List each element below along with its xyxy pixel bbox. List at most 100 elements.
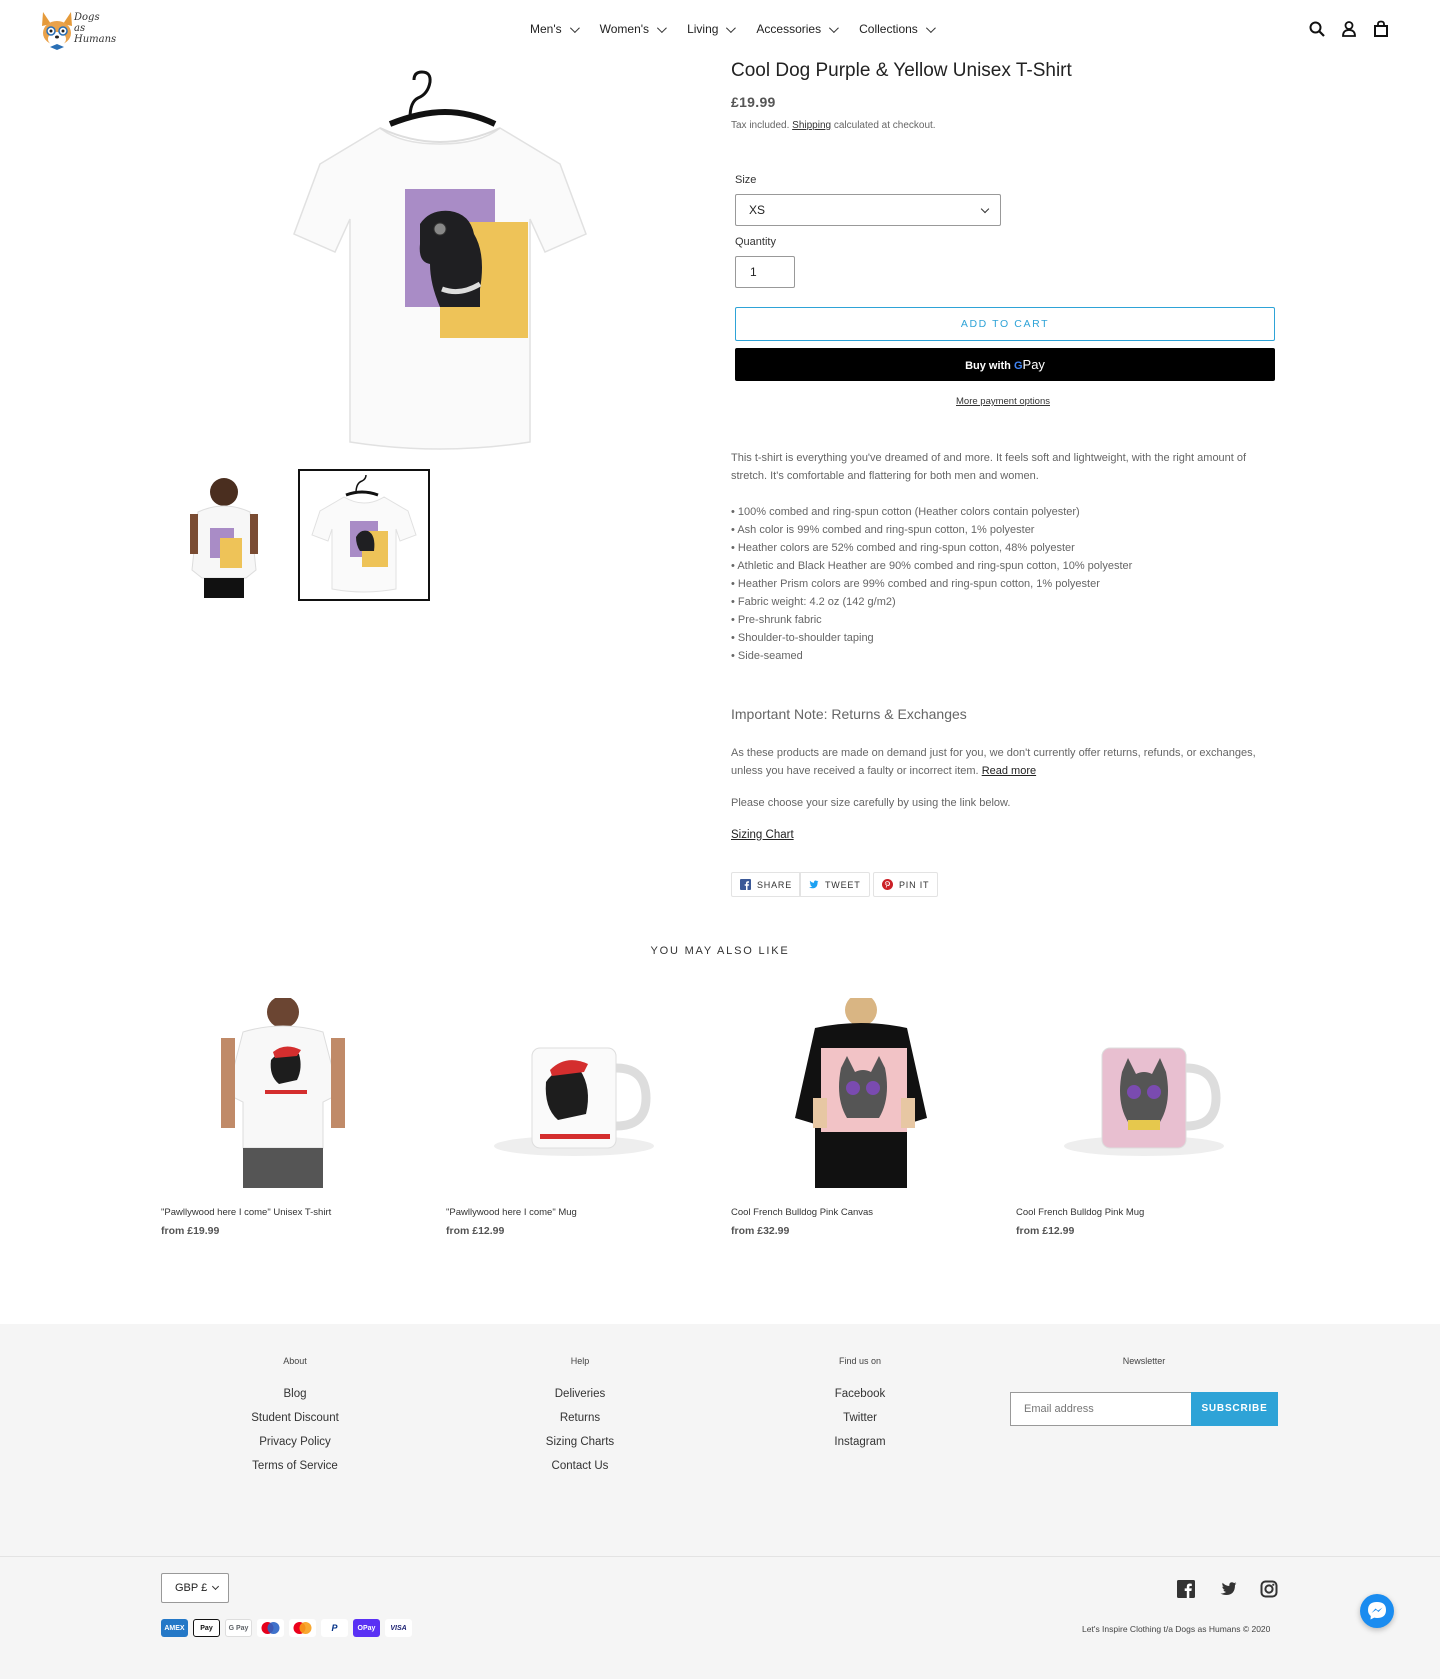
quantity-input[interactable]: 1 — [735, 256, 795, 288]
product-price: £19.99 — [731, 94, 776, 110]
share-label: SHARE — [757, 879, 793, 890]
related-product-card[interactable]: Cool French Bulldog Pink Mug from £12.99 — [1016, 998, 1271, 1237]
nav-living[interactable]: Living — [687, 22, 737, 36]
related-product-price: from £19.99 — [161, 1225, 220, 1237]
copyright-text: Let's Inspire Clothing t/a Dogs as Human… — [1082, 1624, 1271, 1634]
newsletter-email-input[interactable] — [1010, 1392, 1191, 1426]
share-twitter-button[interactable]: TWEET — [799, 872, 870, 897]
currency-select[interactable]: GBP £ — [161, 1573, 229, 1603]
feature-item: Fabric weight: 4.2 oz (142 g/m2) — [731, 593, 1271, 611]
tax-suffix: calculated at checkout. — [833, 120, 936, 131]
size-value: XS — [749, 203, 766, 217]
more-payment-options-link[interactable]: More payment options — [956, 396, 1050, 407]
instagram-icon[interactable] — [1260, 1580, 1278, 1598]
footer-link-twitter[interactable]: Twitter — [760, 1412, 960, 1424]
header-icons — [1308, 20, 1390, 38]
account-icon[interactable] — [1340, 20, 1358, 38]
related-product-name[interactable]: Cool French Bulldog Pink Mug — [1016, 1207, 1271, 1218]
footer-link-instagram[interactable]: Instagram — [760, 1436, 960, 1448]
footer-link-student-discount[interactable]: Student Discount — [195, 1412, 395, 1424]
footer-link-blog[interactable]: Blog — [195, 1388, 395, 1400]
messenger-icon — [1368, 1602, 1386, 1620]
product-description: This t-shirt is everything you've dreame… — [731, 449, 1271, 665]
feature-item: Heather colors are 52% combed and ring-s… — [731, 539, 1271, 557]
footer-link-privacy[interactable]: Privacy Policy — [195, 1436, 395, 1448]
quantity-label: Quantity — [735, 236, 776, 248]
feature-item: Side-seamed — [731, 647, 1271, 665]
messenger-chat-button[interactable] — [1360, 1594, 1394, 1628]
currency-value: GBP £ — [175, 1582, 208, 1594]
subscribe-button[interactable]: SUBSCRIBE — [1191, 1392, 1278, 1426]
cart-icon[interactable] — [1372, 20, 1390, 38]
description-text: This t-shirt is everything you've dreame… — [731, 452, 1247, 482]
footer-help: Help Deliveries Returns Sizing Charts Co… — [480, 1356, 680, 1484]
feature-item: Pre-shrunk fabric — [731, 611, 1271, 629]
related-product-card[interactable]: "Pawllywood here I come" Mug from £12.99 — [446, 998, 701, 1237]
related-product-price: from £12.99 — [446, 1225, 505, 1237]
shop-pay-icon: OPay — [353, 1619, 380, 1637]
footer-link-returns[interactable]: Returns — [480, 1412, 680, 1424]
read-more-link[interactable]: Read more — [982, 765, 1036, 777]
share-pinterest-button[interactable]: PIN IT — [873, 872, 939, 897]
related-product-image[interactable] — [161, 996, 416, 1188]
related-product-card[interactable]: Cool French Bulldog Pink Canvas from £32… — [731, 994, 986, 1237]
feature-item: Shoulder-to-shoulder taping — [731, 629, 1271, 647]
footer-heading: Help — [570, 1356, 590, 1366]
product-thumbnail-model[interactable] — [164, 470, 296, 602]
shipping-link[interactable]: Shipping — [792, 120, 831, 131]
footer-link-deliveries[interactable]: Deliveries — [480, 1388, 680, 1400]
related-product-card[interactable]: "Pawllywood here I come" Unisex T-shirt … — [161, 996, 416, 1237]
related-product-name[interactable]: "Pawllywood here I come" Unisex T-shirt — [161, 1207, 416, 1218]
product-main-image[interactable] — [280, 64, 600, 454]
pinterest-icon — [882, 879, 893, 890]
feature-item: Athletic and Black Heather are 90% combe… — [731, 557, 1271, 575]
feature-item: Ash color is 99% combed and ring-spun co… — [731, 521, 1271, 539]
nav-accessories[interactable]: Accessories — [756, 22, 839, 36]
buy-with-label: Buy with — [965, 360, 1011, 372]
product-thumbnail-shirt[interactable] — [298, 469, 430, 601]
related-product-name[interactable]: "Pawllywood here I come" Mug — [446, 1207, 701, 1218]
visa-icon: VISA — [385, 1619, 412, 1637]
size-select[interactable]: XS — [735, 194, 1001, 226]
add-to-cart-button[interactable]: ADD TO CART — [735, 307, 1275, 341]
buy-with-gpay-button[interactable]: Buy with GPay — [735, 348, 1275, 381]
tax-note: Tax included. Shipping calculated at che… — [731, 120, 1291, 131]
footer-divider — [0, 1556, 1440, 1557]
related-product-image[interactable] — [446, 998, 701, 1188]
facebook-icon — [740, 879, 751, 890]
payment-icons: AMEX Pay G Pay P OPay VISA — [161, 1619, 412, 1637]
related-heading: YOU MAY ALSO LIKE — [650, 945, 790, 957]
feature-item: 100% combed and ring-spun cotton (Heathe… — [731, 503, 1271, 521]
nav-womens[interactable]: Women's — [600, 22, 667, 36]
google-g-icon: G — [1013, 360, 1023, 372]
nav-mens[interactable]: Men's — [530, 22, 580, 36]
related-product-image[interactable] — [731, 994, 986, 1188]
footer-link-sizing[interactable]: Sizing Charts — [480, 1436, 680, 1448]
footer-link-facebook[interactable]: Facebook — [760, 1388, 960, 1400]
search-icon[interactable] — [1308, 20, 1326, 38]
share-facebook-button[interactable]: SHARE — [731, 872, 802, 897]
amex-icon: AMEX — [161, 1619, 188, 1637]
chevron-down-icon — [569, 22, 580, 33]
returns-note-text: As these products are made on demand jus… — [731, 744, 1271, 780]
nav-collections[interactable]: Collections — [859, 22, 936, 36]
twitter-icon[interactable] — [1219, 1580, 1237, 1598]
related-product-image[interactable] — [1016, 998, 1271, 1188]
feature-item: Heather Prism colors are 99% combed and … — [731, 575, 1271, 593]
apple-pay-icon: Pay — [193, 1619, 220, 1637]
nav-mens-label: Men's — [530, 22, 562, 36]
logo-line-3: Humans — [74, 34, 117, 45]
site-header: Dogs as Humans Men's Women's Living Acce… — [0, 0, 1440, 62]
facebook-icon[interactable] — [1177, 1580, 1195, 1598]
chevron-down-icon — [980, 204, 990, 214]
related-product-name[interactable]: Cool French Bulldog Pink Canvas — [731, 1207, 986, 1218]
footer-link-contact[interactable]: Contact Us — [480, 1460, 680, 1472]
corgi-logo-icon — [42, 12, 72, 50]
nav-living-label: Living — [687, 22, 719, 36]
site-logo[interactable]: Dogs as Humans — [40, 10, 116, 54]
sizing-chart-link[interactable]: Sizing Chart — [731, 829, 794, 841]
footer-link-terms[interactable]: Terms of Service — [195, 1460, 395, 1472]
product-info: Cool Dog Purple & Yellow Unisex T-Shirt … — [731, 60, 1291, 131]
chevron-down-icon — [829, 22, 839, 33]
chevron-down-icon — [726, 22, 737, 33]
